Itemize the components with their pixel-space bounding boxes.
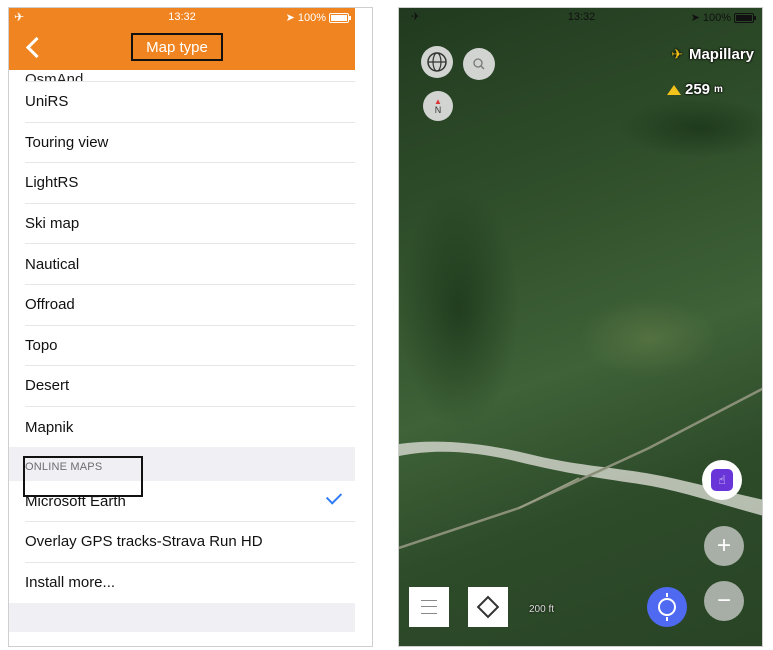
list-item[interactable]: Offroad — [25, 285, 355, 326]
list-item-microsoft-earth[interactable]: Microsoft Earth — [25, 481, 355, 522]
location-arrow-icon: ➤ — [285, 12, 295, 24]
battery-status: ➤ 100% — [285, 11, 351, 24]
section-header-online-maps: ONLINE MAPS — [9, 447, 355, 482]
page-title: Map type — [131, 33, 223, 61]
list-item[interactable]: Mapnik — [25, 407, 355, 448]
elevation-icon — [667, 84, 681, 95]
map-type-screen: ✈ 13:32 ➤ 100% Map type OsmAnd UniRS Tou… — [8, 7, 373, 647]
globe-icon — [427, 52, 447, 72]
elevation-readout: 259 m — [667, 81, 723, 98]
plus-icon: + — [716, 532, 731, 559]
list-item[interactable]: LightRS — [25, 163, 355, 204]
status-bar: ✈ 13:32 ➤ 100% — [399, 8, 762, 26]
compass-icon: ▲ N — [434, 97, 442, 115]
minus-icon: − — [716, 587, 731, 614]
mapillary-indicator[interactable]: ✈ Mapillary — [671, 46, 754, 63]
directions-icon — [476, 595, 500, 619]
zoom-out-button[interactable]: − — [704, 581, 744, 621]
search-button[interactable] — [463, 48, 495, 80]
scale-label: 200 ft — [529, 604, 555, 615]
status-bar: ✈ 13:32 ➤ 100% — [9, 8, 355, 26]
compass-button[interactable]: ▲ N — [423, 91, 453, 121]
battery-icon — [329, 12, 351, 23]
battery-percent: 100% — [702, 11, 731, 24]
battery-icon — [734, 12, 756, 23]
list-item[interactable]: Nautical — [25, 244, 355, 285]
list-item[interactable]: Ski map — [25, 204, 355, 245]
hamburger-icon — [421, 600, 437, 614]
battery-percent: 100% — [297, 11, 326, 24]
list-item[interactable]: OsmAnd — [25, 70, 355, 82]
list-item[interactable]: UniRS — [25, 82, 355, 123]
directions-button[interactable] — [468, 587, 508, 627]
hand-pointer-icon: ☝ — [711, 469, 733, 491]
list-item[interactable]: Desert — [25, 366, 355, 407]
list-item[interactable]: Touring view — [25, 123, 355, 164]
list-item[interactable]: Overlay GPS tracks-Strava Run HD — [25, 522, 355, 563]
mapillary-icon: ✈ — [671, 46, 683, 62]
zoom-in-button[interactable]: + — [704, 526, 744, 566]
checkmark-icon — [325, 488, 343, 505]
install-more-item[interactable]: Install more... — [25, 563, 355, 604]
map-layers-button[interactable] — [421, 46, 453, 78]
map-type-list: OsmAnd UniRS Touring view LightRS Ski ma… — [9, 70, 355, 632]
search-icon — [473, 58, 485, 70]
nav-bar: Map type — [9, 26, 355, 70]
list-item[interactable]: Topo — [25, 326, 355, 367]
my-location-button[interactable] — [647, 587, 687, 627]
touch-mode-button[interactable]: ☝ — [702, 460, 742, 500]
battery-status: ➤ 100% — [690, 11, 756, 24]
map-screen: ✈ 13:32 ➤ 100% ▲ N ✈ Mapillary 259 m ☝ +… — [398, 7, 763, 647]
list-footer — [9, 603, 355, 632]
back-button[interactable] — [23, 35, 45, 59]
menu-button[interactable] — [409, 587, 449, 627]
location-arrow-icon: ➤ — [690, 12, 700, 24]
